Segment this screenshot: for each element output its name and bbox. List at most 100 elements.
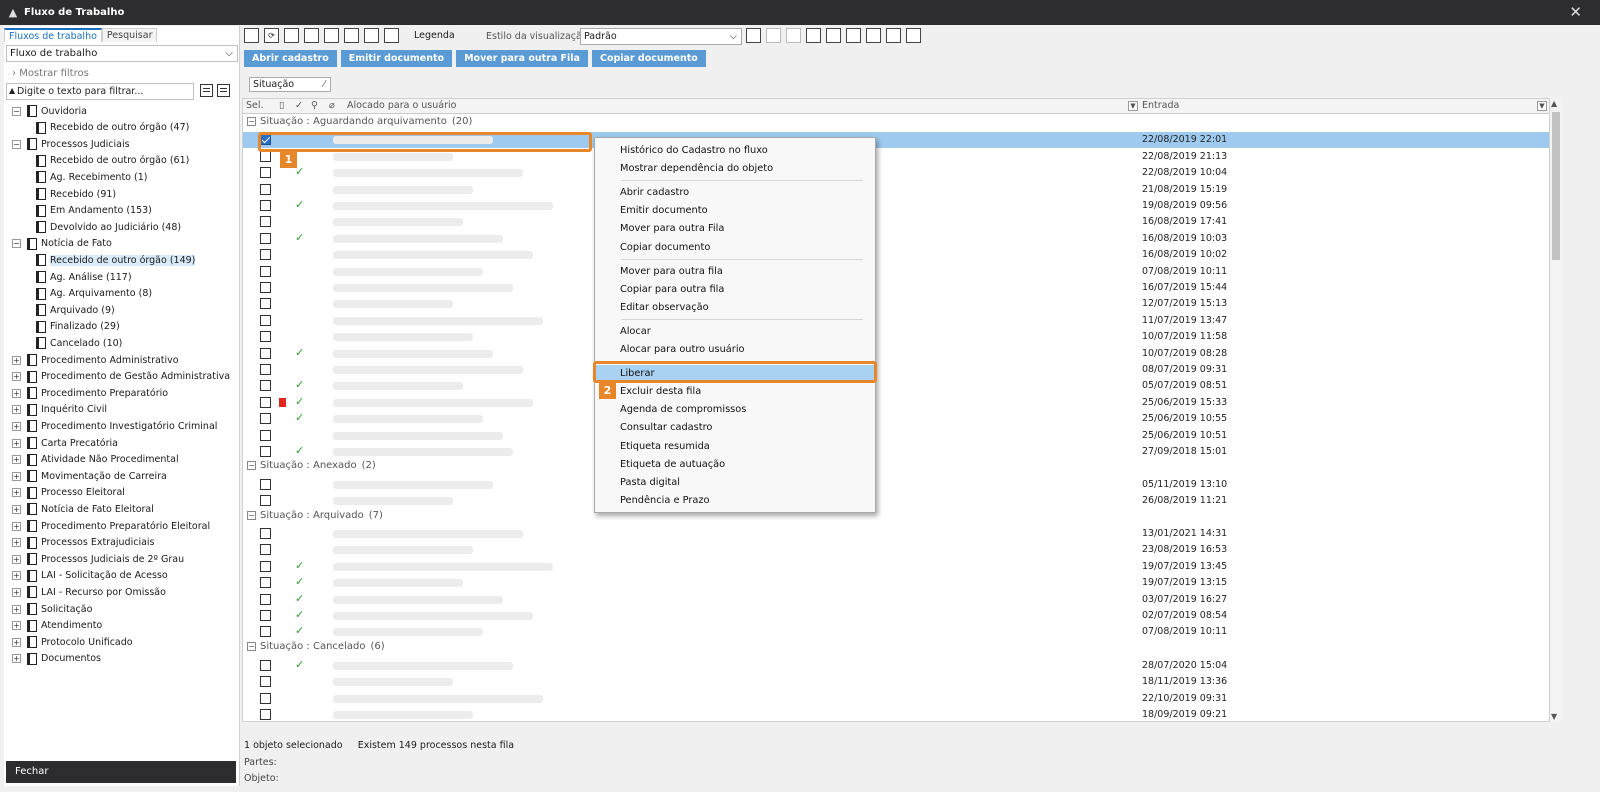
columns-icon[interactable] — [846, 28, 861, 43]
menu-item[interactable]: Agenda de compromissos — [596, 401, 874, 418]
tree-node[interactable]: + Movimentação de Carreira — [12, 468, 167, 484]
abrir-cadastro-button[interactable]: Abrir cadastro — [244, 50, 337, 67]
show-filters-link[interactable]: › Mostrar filtros — [12, 68, 89, 79]
row-checkbox[interactable] — [260, 380, 271, 392]
collapse-icon[interactable]: − — [247, 510, 256, 520]
copiar-documento-button[interactable]: Copiar documento — [591, 50, 706, 67]
tab-fluxos[interactable]: Fluxos de trabalho — [4, 28, 102, 42]
tree-node[interactable]: + Procedimento de Gestão Administrativa — [12, 369, 230, 385]
tree-node[interactable]: − Processos Judiciais — [12, 136, 130, 152]
tree-node[interactable]: − Notícia de Fato — [12, 236, 112, 252]
paste-icon[interactable] — [324, 28, 339, 43]
collapse-icon[interactable]: − — [12, 239, 21, 249]
table-row[interactable]: 23/08/2019 16:53 — [243, 542, 1549, 558]
tree-node[interactable]: Devolvido ao Judiciário (48) — [36, 219, 181, 235]
filter-input[interactable]: ▲ Digite o texto para filtrar... — [6, 83, 194, 100]
expand-icon[interactable]: + — [12, 421, 21, 431]
tab-pesquisar[interactable]: Pesquisar — [101, 28, 158, 42]
legenda-button[interactable]: Legenda — [414, 30, 455, 41]
duplicate-icon[interactable] — [304, 28, 319, 43]
table-row[interactable]: 21/08/2019 15:19 — [243, 182, 1549, 198]
table-row[interactable]: 05/11/2019 13:10 — [243, 477, 1549, 493]
table-row[interactable]: ✓ 02/07/2019 08:54 — [243, 608, 1549, 624]
expand-icon[interactable]: + — [12, 455, 21, 465]
expand-icon[interactable]: + — [12, 637, 21, 647]
expand-icon[interactable]: + — [12, 587, 21, 597]
menu-item[interactable]: Emitir documento — [596, 202, 874, 219]
table-row[interactable]: ✓ 16/08/2019 10:03 — [243, 231, 1549, 247]
tree-node[interactable]: + LAI - Recurso por Omissão — [12, 584, 166, 600]
row-checkbox[interactable] — [260, 183, 271, 195]
table-row[interactable]: ✓ 19/07/2019 13:45 — [243, 559, 1549, 575]
tree-node[interactable]: Ag. Arquivamento (8) — [36, 286, 152, 302]
group-header[interactable]: − Situação : Arquivado (7) — [247, 510, 383, 521]
table-row[interactable]: 10/07/2019 11:58 — [243, 329, 1549, 345]
row-checkbox[interactable] — [260, 413, 271, 425]
menu-item[interactable]: Etiqueta de autuação — [596, 456, 874, 473]
expand-icon[interactable]: + — [12, 405, 21, 415]
expand-icon[interactable]: + — [12, 372, 21, 382]
table-row[interactable]: 16/08/2019 17:41 — [243, 214, 1549, 230]
table-row[interactable]: ✓ 03/07/2019 16:27 — [243, 592, 1549, 608]
bookmark-col-icon[interactable]: ▯ — [279, 100, 284, 111]
scroll-up-icon[interactable]: ▲ — [1551, 99, 1557, 108]
table-row[interactable]: ✓ 28/07/2020 15:04 — [243, 658, 1549, 674]
emitir-documento-button[interactable]: Emitir documento — [340, 50, 453, 67]
table-row[interactable]: 07/08/2019 10:11 — [243, 264, 1549, 280]
tree-node[interactable]: + Procedimento Administrativo — [12, 352, 179, 368]
tree-node[interactable]: Cancelado (10) — [36, 335, 122, 351]
collapse-icon[interactable]: − — [247, 461, 256, 471]
row-checkbox[interactable] — [260, 298, 271, 310]
table-row[interactable]: ✓ 19/07/2019 13:15 — [243, 575, 1549, 591]
menu-item[interactable]: Excluir desta fila — [596, 383, 874, 400]
row-checkbox[interactable] — [260, 265, 271, 277]
tree-node[interactable]: Ag. Análise (117) — [36, 269, 132, 285]
row-checkbox[interactable] — [260, 478, 271, 490]
row-checkbox[interactable] — [260, 429, 271, 441]
group-icon[interactable] — [866, 28, 881, 43]
row-checkbox[interactable] — [260, 331, 271, 343]
tree-node[interactable]: + Processo Eleitoral — [12, 485, 125, 501]
row-checkbox[interactable] — [260, 314, 271, 326]
filter-dropdown-icon[interactable]: ▼ — [1128, 101, 1138, 111]
expand-icon[interactable]: + — [12, 355, 21, 365]
print-icon[interactable] — [906, 28, 921, 43]
tree-node[interactable]: + Notícia de Fato Eleitoral — [12, 501, 154, 517]
collapse-icon[interactable]: − — [247, 117, 256, 126]
group-header[interactable]: − Situação : Anexado (2) — [247, 460, 376, 471]
expand-icon[interactable]: + — [12, 554, 21, 564]
tree-node[interactable]: + LAI - Solicitação de Acesso — [12, 568, 168, 584]
mover-fila-button[interactable]: Mover para outra Fila — [456, 50, 588, 67]
table-row[interactable]: 16/07/2019 15:44 — [243, 280, 1549, 296]
excel-icon[interactable] — [806, 28, 821, 43]
row-checkbox[interactable] — [260, 396, 271, 408]
check-col-icon[interactable]: ✓ — [295, 100, 303, 111]
row-checkbox[interactable] — [260, 167, 271, 179]
menu-item[interactable]: Pendência e Prazo — [596, 492, 874, 509]
expand-icon[interactable]: + — [12, 504, 21, 514]
list-icon[interactable] — [886, 28, 901, 43]
table-row[interactable]: 16/08/2019 10:02 — [243, 247, 1549, 263]
tree-col-icon[interactable]: ⚲ — [311, 100, 318, 111]
row-checkbox[interactable] — [260, 659, 271, 671]
report-icon[interactable] — [826, 28, 841, 43]
menu-item[interactable]: Etiqueta resumida — [596, 438, 874, 455]
expand-icon[interactable]: + — [12, 488, 21, 498]
row-checkbox[interactable] — [260, 560, 271, 572]
group-header[interactable]: − Situação : Cancelado (6) — [247, 641, 385, 652]
grid-scrollbar[interactable]: ▲ ▼ — [1550, 98, 1562, 722]
menu-item[interactable]: Consultar cadastro — [596, 419, 874, 436]
tree-node[interactable]: + Solicitação — [12, 601, 92, 617]
table-row[interactable]: ✓ 05/07/2019 08:51 — [243, 378, 1549, 394]
row-checkbox[interactable] — [260, 249, 271, 261]
refresh-icon[interactable]: ⟳ — [264, 28, 279, 43]
table-row[interactable]: ✓ 25/06/2019 15:33 — [243, 395, 1549, 411]
tree-node[interactable]: Recebido (91) — [36, 186, 116, 202]
tree-node[interactable]: Finalizado (29) — [36, 319, 120, 335]
expand-icon[interactable]: + — [12, 621, 21, 631]
collapse-icon[interactable]: − — [247, 642, 256, 652]
scroll-down-icon[interactable]: ▼ — [1551, 712, 1557, 721]
export-icon[interactable] — [364, 28, 379, 43]
tree-node[interactable]: + Procedimento Preparatório — [12, 385, 168, 401]
expand-icon[interactable]: + — [12, 438, 21, 448]
